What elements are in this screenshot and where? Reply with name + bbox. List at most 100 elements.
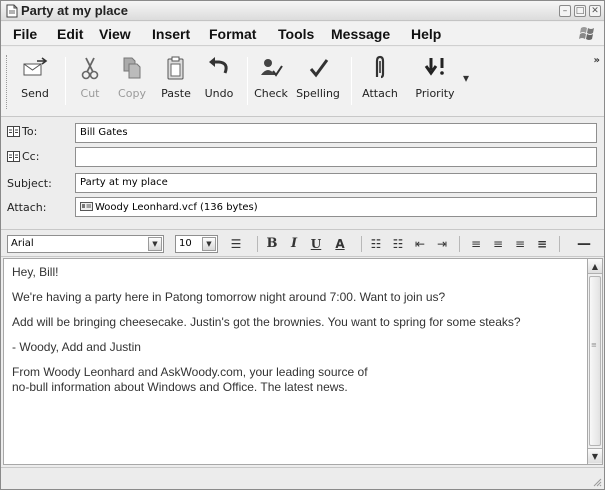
- windows-logo-icon: [578, 24, 596, 42]
- spelling-label: Spelling: [296, 87, 340, 100]
- copy-button[interactable]: Copy: [111, 55, 153, 111]
- undo-label: Undo: [204, 87, 234, 100]
- menu-format[interactable]: Format: [209, 26, 256, 42]
- body-paragraph: From Woody Leonhard and AskWoody.com, yo…: [12, 365, 368, 379]
- vcard-icon: [80, 202, 93, 211]
- spelling-button[interactable]: Spelling: [293, 55, 343, 111]
- menu-edit[interactable]: Edit: [57, 26, 83, 42]
- to-field[interactable]: Bill Gates: [75, 123, 597, 143]
- paragraph-style-button[interactable]: ☰: [225, 235, 247, 253]
- font-select-value: Arial: [11, 238, 34, 249]
- send-button[interactable]: Send: [15, 55, 55, 111]
- menu-message[interactable]: Message: [331, 26, 390, 42]
- attach-button[interactable]: Attach: [357, 55, 403, 111]
- priority-dropdown-arrow[interactable]: ▾: [463, 71, 469, 85]
- toolbar-grip[interactable]: [6, 55, 9, 109]
- send-label: Send: [21, 87, 49, 100]
- justify-button[interactable]: ≡: [533, 235, 551, 253]
- check-label: Check: [254, 87, 288, 100]
- body-greeting: Hey, Bill!: [12, 265, 59, 279]
- undo-button[interactable]: Undo: [199, 55, 239, 111]
- menu-bar: File Edit View Insert Format Tools Messa…: [1, 22, 604, 46]
- minimize-button[interactable]: –: [559, 5, 571, 17]
- align-right-button[interactable]: ≡: [511, 235, 529, 253]
- decrease-indent-button[interactable]: ⇤: [411, 235, 429, 253]
- copy-label: Copy: [118, 87, 146, 100]
- attach-label: Attach: [362, 87, 398, 100]
- priority-button[interactable]: Priority: [409, 55, 461, 111]
- numbered-list-button[interactable]: ☷: [367, 235, 385, 253]
- format-separator: [459, 236, 460, 252]
- toolbar-separator: [247, 57, 248, 105]
- toolbar-overflow-chevron[interactable]: »: [594, 55, 600, 66]
- italic-button[interactable]: I: [285, 235, 303, 253]
- format-separator: [559, 236, 560, 252]
- window-title: Party at my place: [21, 3, 128, 18]
- scroll-down-button[interactable]: ▼: [588, 448, 602, 463]
- toolbar: Send Cut Copy Paste Undo Check Spelling: [1, 47, 604, 117]
- body-signature: - Woody, Add and Justin: [12, 340, 141, 354]
- body-paragraph: no-bull information about Windows and Of…: [12, 380, 348, 394]
- underline-button[interactable]: U: [307, 235, 325, 253]
- paste-button[interactable]: Paste: [155, 55, 197, 111]
- attach-field[interactable]: Woody Leonhard.vcf (136 bytes): [75, 197, 597, 217]
- check-names-button[interactable]: Check: [251, 55, 291, 111]
- cc-label-text: Cc:: [22, 150, 40, 163]
- menu-insert[interactable]: Insert: [152, 26, 190, 42]
- to-label[interactable]: To:: [7, 125, 37, 138]
- address-book-icon: [7, 126, 20, 137]
- cc-label[interactable]: Cc:: [7, 150, 39, 163]
- font-size-select[interactable]: 10 ▼: [175, 235, 218, 253]
- font-color-button[interactable]: A: [329, 235, 351, 253]
- cut-button[interactable]: Cut: [71, 55, 109, 111]
- close-button[interactable]: ✕: [589, 5, 601, 17]
- chevron-down-icon[interactable]: ▼: [148, 237, 162, 251]
- to-label-text: To:: [22, 125, 38, 138]
- cc-field[interactable]: [75, 147, 597, 167]
- maximize-button[interactable]: □: [574, 5, 586, 17]
- subject-label: Subject:: [7, 177, 52, 190]
- check-names-icon: [261, 59, 283, 77]
- menu-view[interactable]: View: [99, 26, 131, 42]
- menu-tools[interactable]: Tools: [278, 26, 314, 42]
- address-book-icon: [7, 151, 20, 162]
- compose-window: Party at my place – □ ✕ File Edit View I…: [0, 0, 605, 490]
- clipboard-icon: [167, 56, 184, 80]
- spelling-check-icon: [309, 59, 329, 78]
- scroll-thumb[interactable]: [589, 276, 601, 446]
- chevron-down-icon[interactable]: ▼: [202, 237, 216, 251]
- priority-arrow-icon: [424, 58, 444, 76]
- message-doc-icon: [6, 4, 18, 18]
- paperclip-icon: [375, 55, 385, 79]
- body-paragraph: Add will be bringing cheesecake. Justin'…: [12, 315, 521, 329]
- toolbar-separator: [351, 57, 352, 105]
- undo-icon: [209, 57, 228, 74]
- vertical-scrollbar[interactable]: ▲ ≡ ▼: [587, 258, 603, 465]
- formatting-toolbar: Arial ▼ 10 ▼ ☰ B I U A ☷ ☷ ⇤ ⇥ ≡ ≡ ≡ ≡ —: [1, 229, 604, 257]
- cut-label: Cut: [80, 87, 100, 100]
- font-size-value: 10: [179, 238, 192, 249]
- bold-button[interactable]: B: [263, 235, 281, 253]
- menu-file[interactable]: File: [13, 26, 37, 42]
- send-icon: [23, 57, 48, 76]
- paste-label: Paste: [161, 87, 191, 100]
- status-bar: [1, 467, 604, 489]
- attach-field-label: Attach:: [7, 201, 47, 214]
- align-left-button[interactable]: ≡: [467, 235, 485, 253]
- menu-help[interactable]: Help: [411, 26, 441, 42]
- horizontal-line-button[interactable]: —: [573, 235, 595, 253]
- scroll-up-button[interactable]: ▲: [588, 259, 602, 274]
- body-paragraph: We're having a party here in Patong tomo…: [12, 290, 446, 304]
- font-select[interactable]: Arial ▼: [7, 235, 164, 253]
- subject-field[interactable]: Party at my place: [75, 173, 597, 193]
- title-bar: Party at my place – □ ✕: [1, 1, 604, 21]
- format-separator: [361, 236, 362, 252]
- align-center-button[interactable]: ≡: [489, 235, 507, 253]
- message-body[interactable]: Hey, Bill! We're having a party here in …: [3, 258, 587, 465]
- scroll-thumb-grip: ≡: [591, 341, 597, 349]
- format-separator: [257, 236, 258, 252]
- attachment-name[interactable]: Woody Leonhard.vcf (136 bytes): [95, 202, 258, 213]
- increase-indent-button[interactable]: ⇥: [433, 235, 451, 253]
- resize-grip-icon[interactable]: [592, 477, 602, 487]
- bulleted-list-button[interactable]: ☷: [389, 235, 407, 253]
